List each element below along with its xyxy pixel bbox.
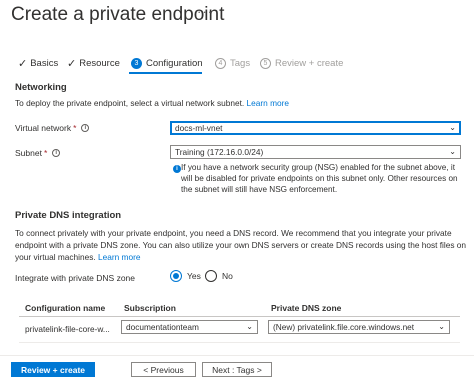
subnet-nsg-info: If you have a network security group (NS… (181, 163, 458, 194)
review-create-button[interactable]: Review + create (11, 362, 95, 377)
radio-button (205, 270, 217, 282)
next-button[interactable]: Next : Tags > (202, 362, 272, 377)
column-header-configuration-name: Configuration name (25, 303, 106, 313)
table-row-divider (19, 342, 460, 343)
checkmark-icon: ✓ (67, 57, 77, 70)
tab-label: Review + create (275, 57, 344, 69)
virtual-network-label: Virtual network * i (15, 123, 90, 133)
tab-configuration[interactable]: 3 Configuration (131, 56, 203, 70)
required-marker: * (43, 148, 48, 158)
step-number-badge: 5 (260, 57, 271, 69)
column-header-subscription: Subscription (124, 303, 176, 313)
chevron-down-icon: ⌄ (449, 147, 456, 156)
subnet-dropdown[interactable]: Training (172.16.0.0/24) ⌄ (170, 145, 461, 159)
networking-heading: Networking (15, 82, 67, 93)
radio-button (170, 270, 182, 282)
dns-learn-more-link[interactable]: Learn more (98, 252, 140, 262)
checkmark-icon: ✓ (18, 57, 28, 70)
active-tab-indicator (129, 72, 202, 74)
radio-no[interactable]: No (205, 270, 233, 282)
page-title: Create a private endpoint (11, 4, 225, 25)
footer-divider (0, 355, 474, 356)
dns-description: To connect privately with your private e… (15, 228, 467, 262)
info-icon[interactable]: i (81, 124, 90, 132)
column-header-private-dns-zone: Private DNS zone (271, 303, 342, 313)
required-marker: * (73, 123, 77, 133)
step-number-badge: 3 (131, 57, 142, 69)
step-number-badge: 4 (215, 57, 226, 69)
radio-yes[interactable]: Yes (170, 270, 201, 282)
tab-label: Tags (230, 57, 251, 69)
tab-tags[interactable]: 4 Tags (215, 56, 250, 70)
virtual-network-dropdown[interactable]: docs-ml-vnet ⌄ (170, 121, 461, 135)
tab-basics[interactable]: ✓ Basics (18, 56, 58, 70)
private-dns-zone-dropdown[interactable]: (New) privatelink.file.core.windows.net … (268, 320, 450, 334)
tab-review-create[interactable]: 5 Review + create (260, 56, 343, 70)
info-icon: i (173, 165, 181, 173)
tab-label: Basics (30, 57, 59, 69)
integrate-dns-label: Integrate with private DNS zone (15, 273, 136, 283)
networking-learn-more-link[interactable]: Learn more (247, 98, 289, 108)
info-icon[interactable]: i (52, 149, 61, 157)
dns-heading: Private DNS integration (15, 210, 122, 221)
more-options-icon[interactable]: ··· (197, 4, 213, 19)
tab-label: Resource (79, 57, 120, 69)
tab-label: Configuration (146, 57, 203, 69)
previous-button[interactable]: < Previous (131, 362, 196, 377)
chevron-down-icon: ⌄ (449, 123, 456, 132)
networking-description: To deploy the private endpoint, select a… (15, 98, 289, 108)
chevron-down-icon: ⌄ (438, 322, 445, 331)
subscription-dropdown[interactable]: documentationteam ⌄ (121, 320, 258, 334)
chevron-down-icon: ⌄ (246, 322, 253, 331)
table-header-divider (19, 316, 460, 317)
tab-resource[interactable]: ✓ Resource (67, 56, 120, 70)
subnet-label: Subnet * i (15, 148, 61, 158)
configuration-name-cell: privatelink-file-core-w... (25, 324, 110, 334)
